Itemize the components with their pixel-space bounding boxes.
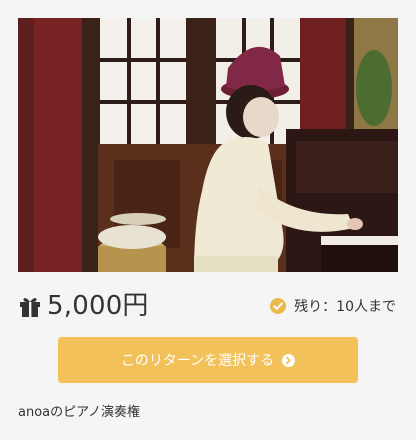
remaining-text: 残り：10人まで bbox=[294, 299, 396, 315]
remaining-status: 残り：10人まで bbox=[270, 294, 396, 318]
reward-description: anoaのピアノ演奏権 bbox=[18, 405, 140, 420]
reward-photo bbox=[18, 18, 398, 272]
select-reward-button[interactable]: このリターンを選択する bbox=[58, 337, 358, 383]
chevron-right-circle-icon bbox=[282, 353, 296, 367]
reward-price: 5,000円 bbox=[47, 291, 149, 321]
reward-summary: 5,000円 残り：10人まで bbox=[18, 286, 398, 326]
gift-icon bbox=[20, 298, 40, 317]
reward-card: 5,000円 残り：10人まで このリターンを選択する anoaのピアノ演奏権 bbox=[0, 0, 416, 440]
check-circle-icon bbox=[270, 298, 287, 314]
select-reward-label: このリターンを選択する bbox=[120, 353, 275, 369]
